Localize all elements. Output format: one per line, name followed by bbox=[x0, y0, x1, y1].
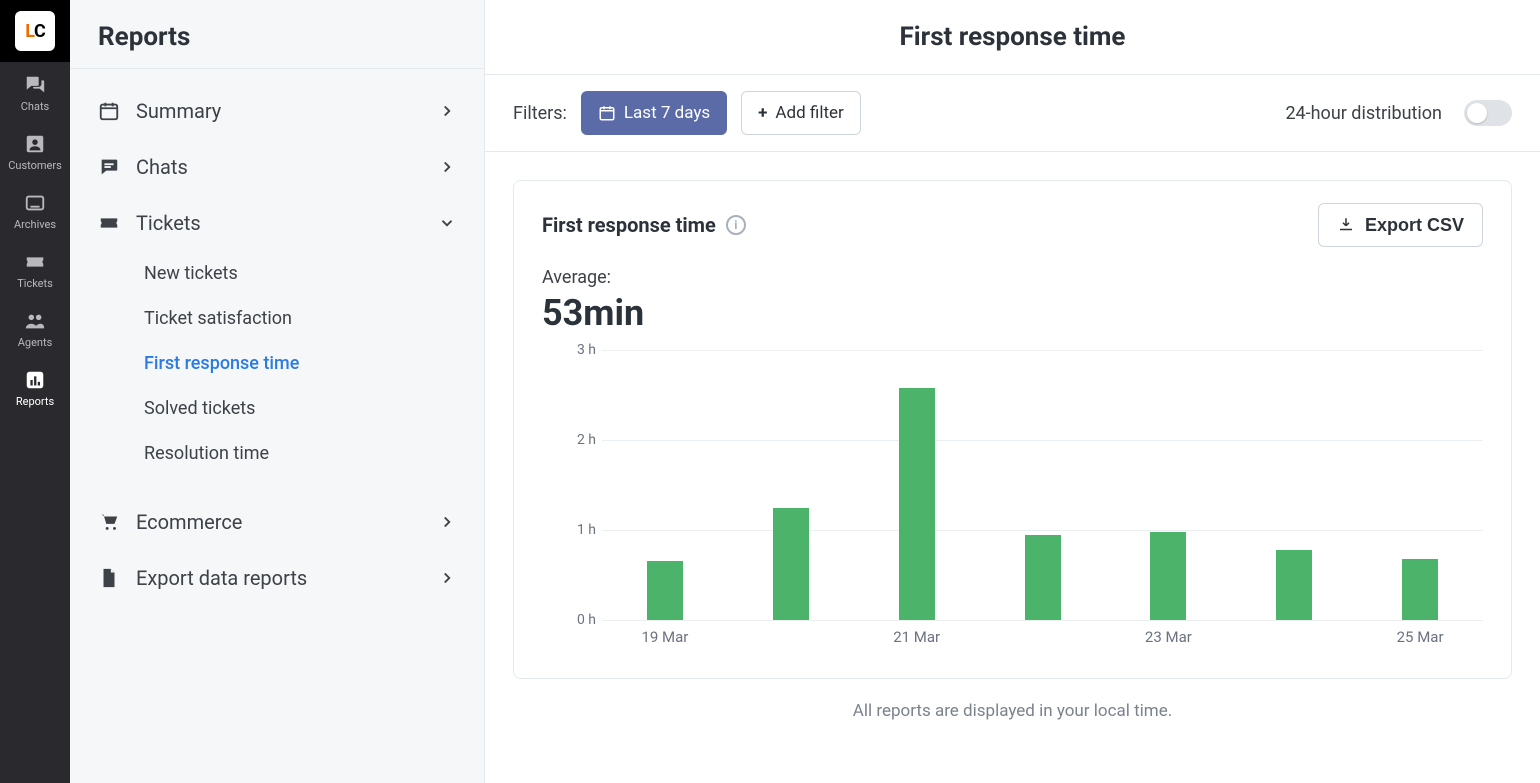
sidebar-item-label: Summary bbox=[136, 99, 221, 123]
report-card: First response time i Export CSV Average… bbox=[513, 180, 1512, 679]
y-tick-label: 3 h bbox=[542, 342, 596, 358]
agents-icon bbox=[24, 310, 46, 332]
average-value: 53min bbox=[542, 292, 1483, 334]
rail-label: Archives bbox=[14, 218, 56, 231]
date-range-filter[interactable]: Last 7 days bbox=[581, 91, 727, 135]
sidebar-item-tickets[interactable]: Tickets bbox=[80, 195, 474, 251]
rail-tickets[interactable]: Tickets bbox=[0, 239, 70, 298]
sidebar-item-summary[interactable]: Summary bbox=[80, 83, 474, 139]
main-content: First response time Filters: Last 7 days… bbox=[485, 0, 1540, 783]
sidebar-item-label: Tickets bbox=[136, 211, 201, 235]
rail-label: Reports bbox=[16, 395, 54, 408]
filters-bar: Filters: Last 7 days + Add filter 24-hou… bbox=[485, 75, 1540, 152]
x-tick-label: 19 Mar bbox=[602, 620, 728, 650]
chart-bar[interactable] bbox=[1025, 535, 1061, 621]
sidebar-sub-first-response[interactable]: First response time bbox=[144, 341, 474, 386]
x-tick-label: 23 Mar bbox=[1105, 620, 1231, 650]
chevron-right-icon bbox=[438, 569, 456, 587]
bar-chart: 0 h1 h2 h3 h 19 Mar21 Mar23 Mar25 Mar bbox=[542, 350, 1483, 650]
chevron-right-icon bbox=[438, 158, 456, 176]
info-icon[interactable]: i bbox=[726, 215, 746, 235]
chevron-right-icon bbox=[438, 102, 456, 120]
filters-label: Filters: bbox=[513, 103, 567, 124]
page-title: First response time bbox=[485, 0, 1540, 75]
rail-chats[interactable]: Chats bbox=[0, 62, 70, 121]
tickets-submenu: New tickets Ticket satisfaction First re… bbox=[80, 251, 474, 476]
rail-reports[interactable]: Reports bbox=[0, 357, 70, 416]
average-label: Average: bbox=[542, 267, 1483, 288]
sidebar-item-chats[interactable]: Chats bbox=[80, 139, 474, 195]
y-tick-label: 1 h bbox=[542, 522, 596, 538]
archives-icon bbox=[24, 192, 46, 214]
cart-icon bbox=[98, 511, 120, 533]
export-label: Export CSV bbox=[1365, 215, 1464, 236]
speech-icon bbox=[98, 156, 120, 178]
sidebar-item-label: Chats bbox=[136, 155, 188, 179]
distribution-label: 24-hour distribution bbox=[1285, 103, 1442, 124]
add-filter-button[interactable]: + Add filter bbox=[741, 91, 861, 135]
sidebar-title: Reports bbox=[70, 0, 484, 68]
rail-customers[interactable]: Customers bbox=[0, 121, 70, 180]
sidebar-item-export[interactable]: Export data reports bbox=[80, 550, 474, 606]
card-title: First response time bbox=[542, 213, 716, 237]
app-logo[interactable]: LC bbox=[0, 0, 70, 62]
rail-archives[interactable]: Archives bbox=[0, 180, 70, 239]
chart-bar[interactable] bbox=[773, 508, 809, 620]
x-tick-label bbox=[1231, 620, 1357, 650]
reports-sidebar: Reports Summary Chats Tickets New ticket… bbox=[70, 0, 485, 783]
download-icon bbox=[1337, 216, 1355, 234]
chart-bar[interactable] bbox=[899, 388, 935, 620]
file-icon bbox=[98, 567, 120, 589]
chart-bar[interactable] bbox=[1150, 532, 1186, 620]
date-range-label: Last 7 days bbox=[624, 103, 710, 123]
sidebar-sub-resolution-time[interactable]: Resolution time bbox=[144, 431, 474, 476]
chart-bar[interactable] bbox=[1276, 550, 1312, 620]
sidebar-item-ecommerce[interactable]: Ecommerce bbox=[80, 494, 474, 550]
add-filter-label: Add filter bbox=[775, 103, 843, 123]
sidebar-sub-solved-tickets[interactable]: Solved tickets bbox=[144, 386, 474, 431]
x-tick-label bbox=[728, 620, 854, 650]
sidebar-sub-ticket-satisfaction[interactable]: Ticket satisfaction bbox=[144, 296, 474, 341]
sidebar-sub-new-tickets[interactable]: New tickets bbox=[144, 251, 474, 296]
tickets-icon bbox=[24, 251, 46, 273]
sidebar-item-label: Ecommerce bbox=[136, 510, 242, 534]
chart-bar[interactable] bbox=[647, 561, 683, 620]
rail-label: Tickets bbox=[17, 277, 53, 290]
export-csv-button[interactable]: Export CSV bbox=[1318, 203, 1483, 247]
chart-bar[interactable] bbox=[1402, 559, 1438, 620]
distribution-toggle[interactable] bbox=[1464, 100, 1512, 126]
rail-agents[interactable]: Agents bbox=[0, 298, 70, 357]
rail-label: Agents bbox=[18, 336, 53, 349]
nav-rail: LC Chats Customers Archives Tickets Agen… bbox=[0, 0, 70, 783]
rail-label: Chats bbox=[21, 100, 49, 113]
chevron-down-icon bbox=[438, 214, 456, 232]
plus-icon: + bbox=[758, 103, 767, 123]
chevron-right-icon bbox=[438, 513, 456, 531]
y-tick-label: 0 h bbox=[542, 612, 596, 628]
chat-icon bbox=[24, 74, 46, 96]
y-tick-label: 2 h bbox=[542, 432, 596, 448]
calendar-icon bbox=[98, 100, 120, 122]
sidebar-item-label: Export data reports bbox=[136, 566, 307, 590]
customers-icon bbox=[24, 133, 46, 155]
x-tick-label: 21 Mar bbox=[854, 620, 980, 650]
x-tick-label bbox=[980, 620, 1106, 650]
reports-icon bbox=[24, 369, 46, 391]
ticket-icon bbox=[98, 212, 120, 234]
x-tick-label: 25 Mar bbox=[1357, 620, 1483, 650]
calendar-icon bbox=[598, 104, 616, 122]
footer-note: All reports are displayed in your local … bbox=[513, 701, 1512, 721]
rail-label: Customers bbox=[8, 159, 62, 172]
